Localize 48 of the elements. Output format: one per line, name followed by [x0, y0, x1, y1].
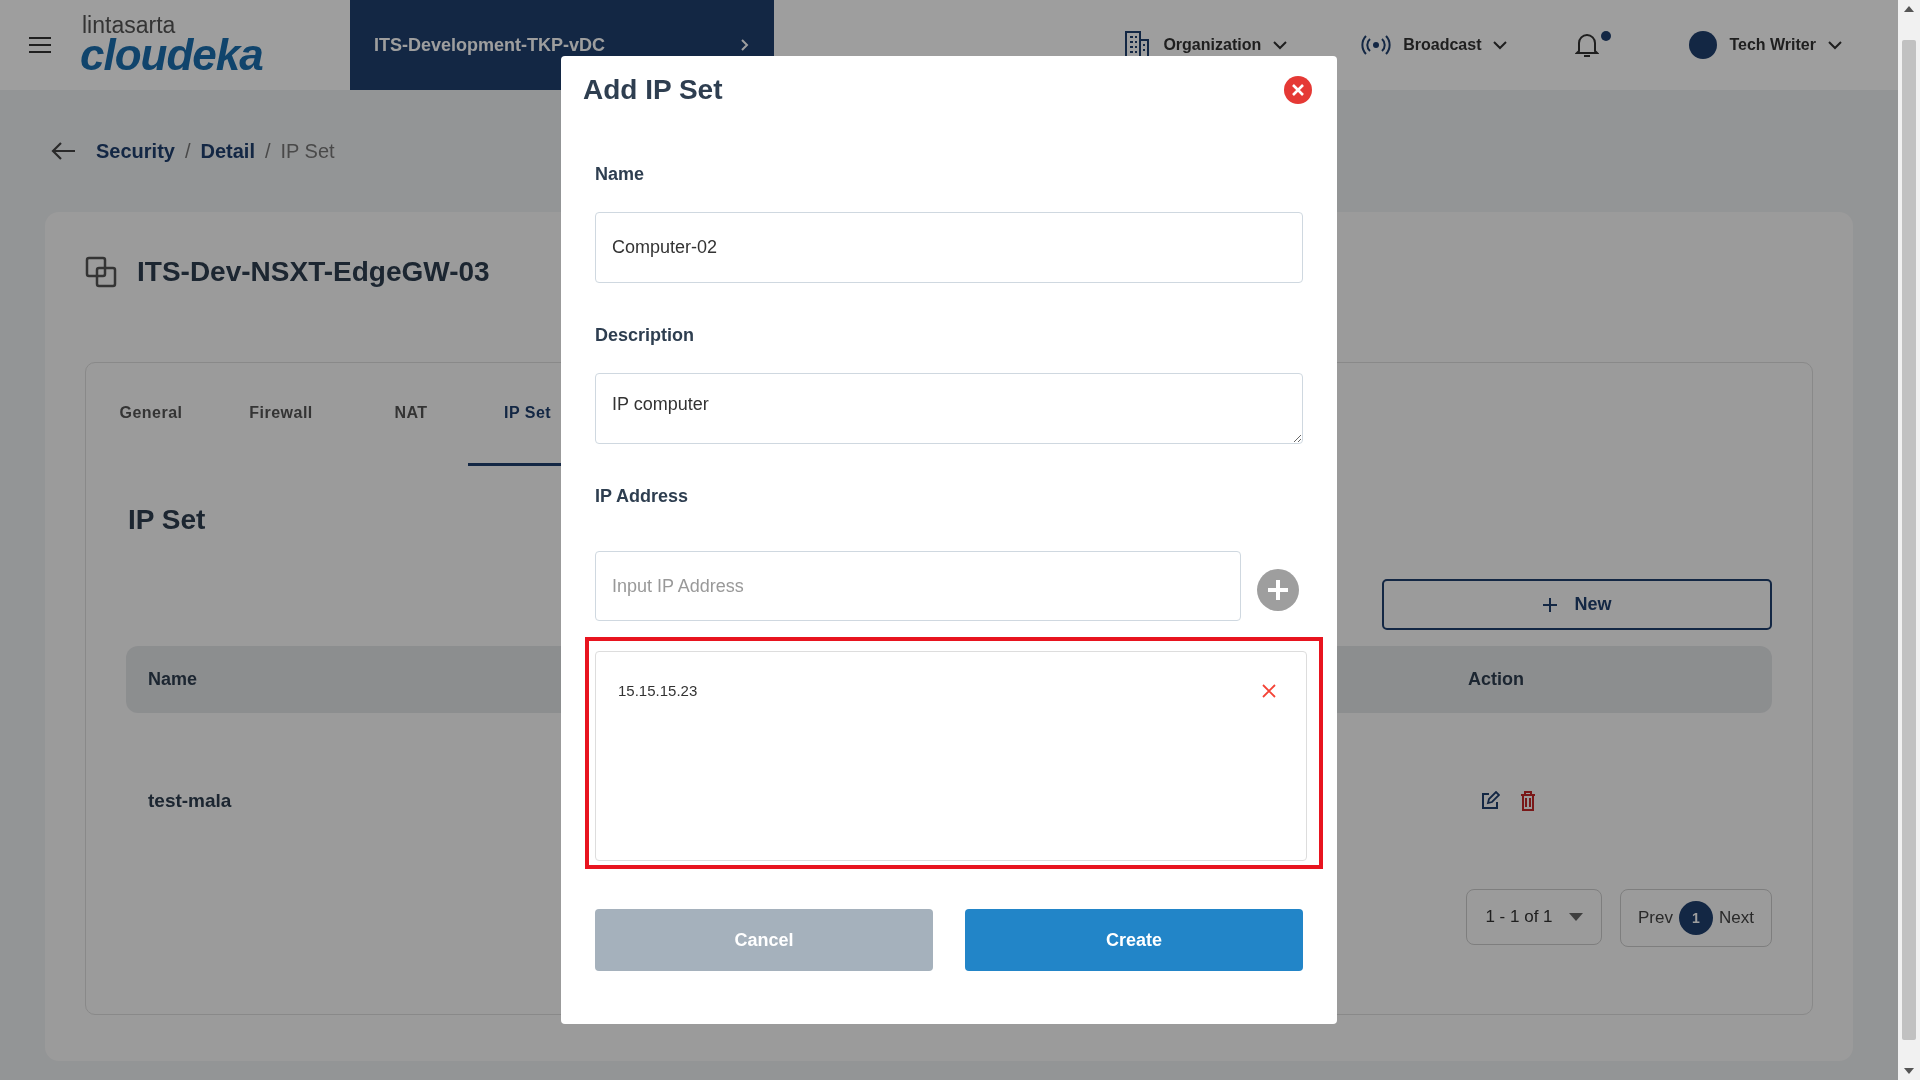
- chevron-down-icon: [1828, 40, 1842, 50]
- breadcrumb-separator: /: [184, 139, 191, 163]
- caret-down-icon: [1568, 913, 1583, 921]
- next-link[interactable]: Next: [1719, 908, 1754, 928]
- add-icon[interactable]: [1257, 569, 1299, 611]
- field-label: Name: [595, 164, 646, 186]
- page-title: ITS-Dev-NSXT-EdgeGW-03: [137, 256, 490, 288]
- back-arrow-icon[interactable]: [50, 141, 76, 161]
- chevron-down-icon: [1493, 40, 1508, 50]
- breadcrumb-link[interactable]: Detail: [200, 139, 255, 163]
- remove-icon[interactable]: [1262, 683, 1276, 698]
- breadcrumb-link[interactable]: Security: [96, 139, 175, 163]
- section-title: IP Set: [128, 504, 207, 537]
- user-menu[interactable]: Tech Writer: [1683, 30, 1848, 60]
- page-size-dropdown[interactable]: 1 - 1 of 1: [1466, 889, 1602, 945]
- table-cell: test-mala: [148, 790, 232, 811]
- tab[interactable]: General: [86, 363, 216, 466]
- avatar-icon: [1689, 31, 1718, 59]
- breadcrumb-link[interactable]: IP Set: [280, 139, 335, 163]
- breadcrumb-separator: /: [264, 139, 271, 163]
- scroll-up-icon[interactable]: [1904, 6, 1914, 12]
- chevron-down-icon: [1273, 40, 1288, 50]
- scrollbar-thumb[interactable]: [1902, 40, 1916, 1040]
- column-header: Name: [148, 669, 198, 689]
- plus-icon: [1542, 596, 1559, 613]
- ip-address-text: 15.15.15.23: [618, 682, 698, 699]
- column-header: Action: [1468, 669, 1524, 690]
- trash-icon[interactable]: [1520, 791, 1536, 811]
- broadcast-icon: [1361, 34, 1392, 56]
- scrollbar[interactable]: [1898, 0, 1920, 1080]
- copy-squares-icon: [85, 256, 117, 288]
- bell-icon[interactable]: [1575, 31, 1600, 59]
- close-icon[interactable]: [1283, 75, 1313, 105]
- create-button[interactable]: Create: [965, 909, 1303, 971]
- edit-icon[interactable]: [1480, 791, 1500, 811]
- chevron-right-icon: [740, 38, 750, 52]
- name-input[interactable]: Computer-02: [595, 212, 1303, 283]
- field-label: Description: [595, 325, 696, 347]
- field-label: IP Address: [595, 486, 690, 508]
- ip-address-input[interactable]: Input IP Address: [595, 551, 1241, 621]
- description-textarea[interactable]: IP computer: [595, 373, 1303, 444]
- page-number[interactable]: 1: [1679, 901, 1713, 935]
- prev-link[interactable]: Prev: [1638, 908, 1673, 928]
- scroll-down-icon[interactable]: [1904, 1068, 1914, 1074]
- new-button[interactable]: New: [1382, 579, 1772, 630]
- menu-icon[interactable]: [28, 36, 52, 54]
- nav-dropdown[interactable]: Broadcast: [1355, 33, 1514, 57]
- tab[interactable]: Firewall: [216, 363, 346, 466]
